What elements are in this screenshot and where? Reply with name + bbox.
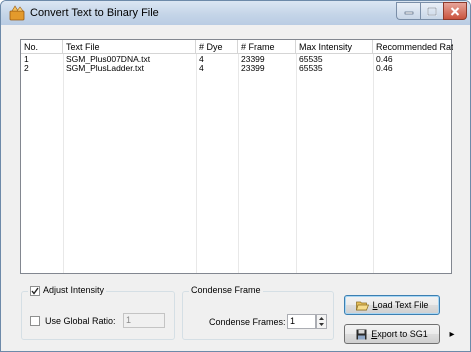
- cell-frame: 23399: [241, 55, 265, 64]
- load-text-file-label: Load Text File: [372, 300, 429, 310]
- close-icon: [450, 6, 460, 16]
- cell-max-intensity: 65535: [299, 55, 323, 64]
- col-header-no[interactable]: No.: [21, 40, 63, 54]
- cell-text-file: SGM_Plus007DNA.txt: [66, 55, 151, 64]
- cell-text-file: SGM_PlusLadder.txt: [66, 64, 144, 73]
- cell-frame: 23399: [241, 64, 265, 73]
- condense-frame-title: Condense Frame: [189, 285, 263, 295]
- title-bar[interactable]: Convert Text to Binary File: [1, 1, 470, 25]
- file-list[interactable]: No. Text File # Dye # Frame Max Intensit…: [20, 39, 453, 274]
- close-button[interactable]: [443, 2, 467, 20]
- cell-ratio: 0.46: [376, 55, 393, 64]
- col-header-text-file[interactable]: Text File: [63, 40, 196, 54]
- checkmark-icon: [31, 287, 39, 295]
- col-header-frame[interactable]: # Frame: [238, 40, 296, 54]
- convert-text-window: Convert Text to Binary File No. Text Fil…: [0, 0, 471, 352]
- table-row[interactable]: 2 SGM_PlusLadder.txt 4 23399 65535 0.46: [21, 64, 451, 73]
- list-body: 1 SGM_Plus007DNA.txt 4 23399 65535 0.46 …: [21, 54, 451, 273]
- export-to-sg1-button[interactable]: Export to SG1: [344, 324, 440, 344]
- col-header-recommended-ratio[interactable]: Recommended Ratio: [373, 40, 453, 54]
- col-header-max-intensity[interactable]: Max Intensity: [296, 40, 373, 54]
- cell-no: 2: [24, 64, 29, 73]
- use-global-ratio-checkbox[interactable]: [30, 316, 40, 326]
- global-ratio-field[interactable]: 1: [123, 313, 165, 328]
- maximize-icon: [427, 6, 437, 16]
- use-global-ratio-label: Use Global Ratio:: [45, 316, 116, 326]
- load-text-file-button[interactable]: Load Text File: [344, 295, 440, 315]
- more-options-arrow-icon[interactable]: ▸: [447, 327, 457, 341]
- export-to-sg1-label: Export to SG1: [371, 329, 428, 339]
- condense-frames-label: Condense Frames:: [209, 317, 286, 327]
- adjust-intensity-checkbox[interactable]: [30, 286, 40, 296]
- list-header: No. Text File # Dye # Frame Max Intensit…: [21, 40, 453, 54]
- app-icon: [9, 5, 25, 21]
- adjust-intensity-label: Adjust Intensity: [43, 285, 105, 295]
- table-row[interactable]: 1 SGM_Plus007DNA.txt 4 23399 65535 0.46: [21, 55, 451, 64]
- open-folder-icon: [355, 301, 369, 310]
- cell-dye: 4: [199, 64, 204, 73]
- cell-ratio: 0.46: [376, 64, 393, 73]
- minimize-icon: [404, 11, 413, 15]
- adjust-intensity-group: Adjust Intensity Use Global Ratio: 1: [21, 285, 175, 340]
- window-title: Convert Text to Binary File: [30, 7, 159, 19]
- adjust-intensity-title: Adjust Intensity: [28, 285, 107, 296]
- minimize-button[interactable]: [396, 2, 420, 20]
- maximize-button[interactable]: [420, 2, 443, 20]
- col-header-dye[interactable]: # Dye: [196, 40, 238, 54]
- cell-no: 1: [24, 55, 29, 64]
- condense-frames-spinner[interactable]: [316, 314, 327, 329]
- cell-dye: 4: [199, 55, 204, 64]
- condense-frame-group: Condense Frame Condense Frames: 1: [182, 285, 334, 340]
- condense-frames-input[interactable]: 1: [287, 314, 316, 329]
- save-disk-icon: [356, 329, 367, 339]
- spin-down-icon[interactable]: [317, 321, 326, 327]
- dialog-client-area: No. Text File # Dye # Frame Max Intensit…: [8, 31, 463, 347]
- cell-max-intensity: 65535: [299, 64, 323, 73]
